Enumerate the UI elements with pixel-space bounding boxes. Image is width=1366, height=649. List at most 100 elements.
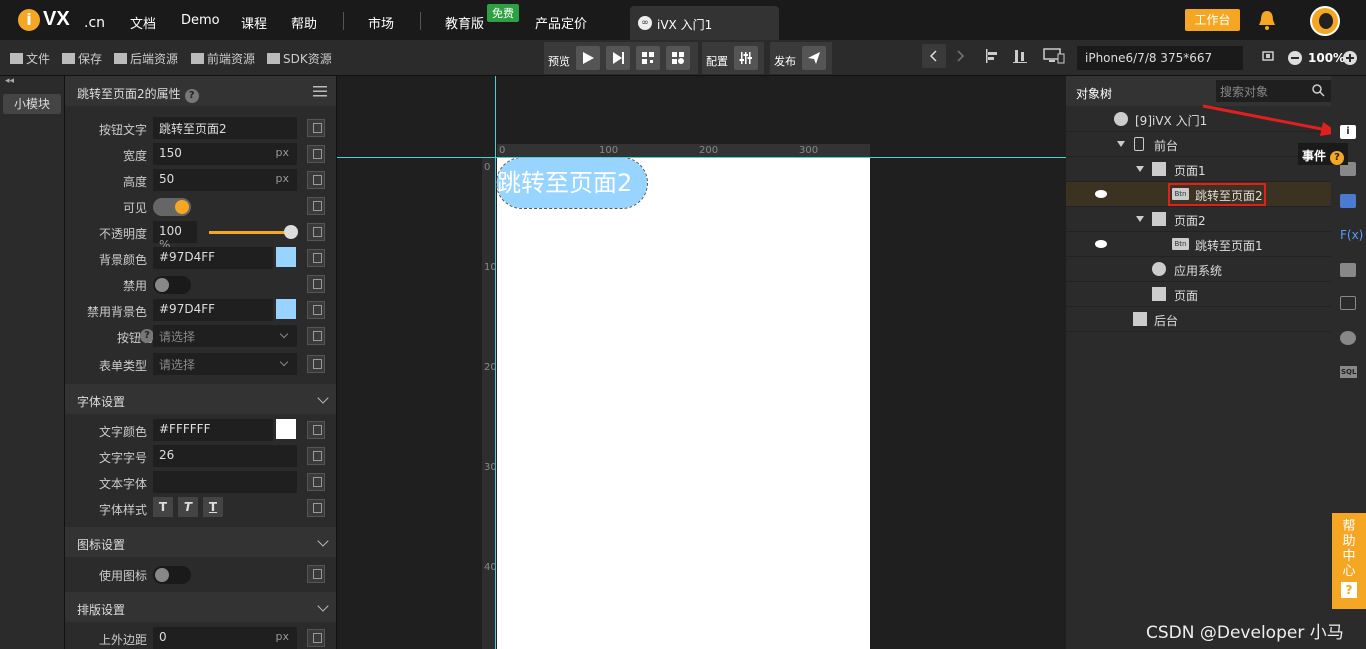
form-type-select[interactable]: 请选择 — [153, 353, 297, 375]
copy-icon[interactable] — [307, 355, 325, 373]
disabled-bg-swatch[interactable] — [276, 299, 296, 319]
font-family-input[interactable] — [153, 471, 297, 493]
eye-icon[interactable] — [1095, 190, 1107, 198]
nav-education[interactable]: 教育版 — [445, 13, 484, 32]
redo-button[interactable] — [948, 44, 972, 68]
qr-share-button[interactable] — [666, 46, 690, 70]
tree-node-page2[interactable]: 页面2 — [1066, 207, 1331, 232]
width-input[interactable]: 150 px — [153, 143, 297, 165]
collapse-left-icon[interactable]: ◂◂ — [5, 76, 14, 86]
text-color-swatch[interactable] — [276, 419, 296, 439]
phone-page[interactable]: 跳转至页面2 — [496, 157, 870, 649]
qr-preview-button[interactable] — [636, 46, 660, 70]
copy-icon[interactable] — [307, 565, 325, 583]
margin-top-input[interactable]: 0 px — [153, 627, 297, 649]
expand-arrow-icon[interactable] — [1136, 166, 1144, 172]
align-left-button[interactable] — [980, 44, 1004, 68]
disabled-toggle[interactable] — [153, 276, 191, 294]
tree-node-back[interactable]: 后台 — [1066, 307, 1331, 332]
opacity-slider-track[interactable] — [209, 231, 291, 234]
thumbs-icon[interactable] — [1340, 194, 1356, 208]
swap-icon[interactable] — [1340, 296, 1356, 310]
help-question-icon[interactable]: ? — [184, 89, 199, 103]
copy-icon[interactable] — [307, 421, 325, 439]
tree-node-button-page2[interactable]: Btn 跳转至页面2 — [1066, 182, 1331, 207]
save-button[interactable]: 保存 — [62, 50, 102, 67]
align-vertical-button[interactable] — [1008, 44, 1032, 68]
fit-screen-button[interactable] — [1256, 44, 1280, 68]
play-step-button[interactable] — [606, 46, 630, 70]
nav-courses[interactable]: 课程 — [241, 13, 267, 32]
undo-button[interactable] — [922, 44, 946, 68]
backend-resources[interactable]: 后端资源 — [114, 50, 178, 67]
project-tab[interactable]: ∞ iVX 入门1 — [630, 6, 779, 40]
nav-market[interactable]: 市场 — [368, 13, 394, 32]
bell-icon[interactable] — [1258, 10, 1276, 30]
bold-button[interactable]: T — [153, 497, 173, 517]
device-select[interactable]: iPhone6/7/8 375*667 — [1077, 46, 1243, 70]
copy-icon[interactable] — [307, 629, 325, 647]
copy-icon[interactable] — [307, 447, 325, 465]
object-search-input[interactable]: 搜索对象 — [1216, 80, 1331, 102]
copy-icon[interactable] — [307, 171, 325, 189]
workbench-button[interactable]: 工作台 — [1185, 9, 1240, 31]
user-avatar[interactable] — [1310, 6, 1340, 36]
camera-icon[interactable] — [1340, 331, 1356, 345]
eye-icon[interactable] — [1095, 240, 1107, 248]
fx-icon[interactable]: F(x) — [1340, 228, 1363, 242]
mini-module-button[interactable]: 小模块 — [3, 94, 61, 114]
copy-icon[interactable] — [307, 301, 325, 319]
copy-icon[interactable] — [307, 499, 325, 517]
sql-icon[interactable]: SQL — [1340, 366, 1358, 378]
config-button[interactable] — [734, 46, 758, 70]
ivx-logo[interactable]: i VX .cn — [18, 8, 105, 34]
nav-pricing[interactable]: 产品定价 — [535, 13, 587, 32]
frontend-resources[interactable]: 前端资源 — [191, 50, 255, 67]
underline-button[interactable]: T — [203, 497, 223, 517]
button-function-select[interactable]: 请选择 — [153, 325, 297, 347]
copy-icon[interactable] — [307, 249, 325, 267]
tree-node-page[interactable]: 页面 — [1066, 282, 1331, 307]
text-color-input[interactable]: #FFFFFF — [153, 419, 273, 441]
play-button[interactable] — [576, 46, 600, 70]
device-toggle-button[interactable] — [1040, 44, 1070, 68]
disabled-bg-input[interactable]: #97D4FF — [153, 299, 273, 321]
visible-toggle[interactable] — [153, 198, 191, 216]
zoom-in-icon[interactable] — [1343, 51, 1357, 65]
zoom-out-icon[interactable] — [1288, 51, 1302, 65]
height-input[interactable]: 50 px — [153, 169, 297, 191]
use-icon-toggle[interactable] — [153, 566, 191, 584]
sdk-resources[interactable]: SDK资源 — [267, 50, 332, 67]
button-text-input[interactable]: 跳转至页面2 — [153, 117, 297, 139]
info-icon[interactable]: i — [1340, 125, 1356, 139]
nav-demo[interactable]: Demo — [181, 13, 220, 28]
bg-color-swatch[interactable] — [276, 247, 296, 267]
file-menu[interactable]: 文件 — [10, 50, 50, 67]
nav-help[interactable]: 帮助 — [291, 13, 317, 32]
copy-icon[interactable] — [307, 327, 325, 345]
publish-button[interactable] — [802, 46, 826, 70]
object-tree-tab[interactable]: 对象树 — [1076, 85, 1112, 102]
bg-color-input[interactable]: #97D4FF — [153, 247, 273, 269]
italic-button[interactable]: T — [178, 497, 198, 517]
layout-section-header[interactable]: 排版设置 — [65, 592, 336, 622]
search-icon[interactable] — [1312, 84, 1325, 97]
copy-icon[interactable] — [307, 275, 325, 293]
copy-icon[interactable] — [307, 119, 325, 137]
font-size-input[interactable]: 26 — [153, 445, 297, 467]
expand-arrow-icon[interactable] — [1136, 216, 1144, 222]
tree-node-button-page1[interactable]: Btn 跳转至页面1 — [1066, 232, 1331, 257]
font-section-header[interactable]: 字体设置 — [65, 384, 336, 414]
tree-node-app-system[interactable]: 应用系统 — [1066, 257, 1331, 282]
help-center-tab[interactable]: 帮助中心 ? — [1332, 513, 1366, 609]
copy-icon[interactable] — [307, 473, 325, 491]
opacity-slider-handle[interactable] — [284, 225, 298, 239]
nav-docs[interactable]: 文档 — [130, 13, 156, 32]
copy-icon[interactable] — [307, 145, 325, 163]
canvas-jump-button[interactable]: 跳转至页面2 — [496, 157, 648, 209]
tree-node-page1[interactable]: 页面1 — [1066, 157, 1331, 182]
copy-panel-icon[interactable] — [1340, 263, 1356, 277]
expand-arrow-icon[interactable] — [1117, 141, 1125, 147]
design-canvas[interactable]: 0 100 200 300 0 100 200 300 400 跳转至页面2 — [337, 76, 1066, 649]
menu-icon[interactable] — [313, 86, 327, 97]
